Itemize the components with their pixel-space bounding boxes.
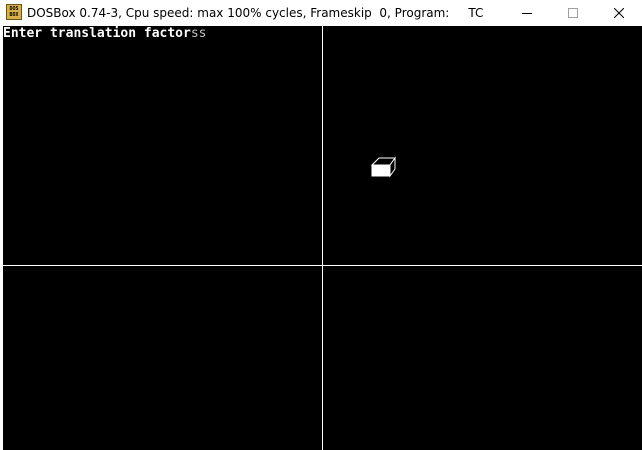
- console-prompt: Enter translation factorss: [3, 26, 207, 41]
- horizontal-axis-line: [3, 265, 642, 266]
- prompt-text: Enter translation factor: [3, 26, 191, 41]
- close-icon: [614, 8, 624, 18]
- dosbox-icon[interactable]: DOS BOX: [6, 4, 22, 20]
- dos-screen[interactable]: Enter translation factorss: [3, 26, 642, 450]
- dosbox-window: DOS BOX DOSBox 0.74-3, Cpu speed: max 10…: [0, 0, 642, 450]
- maximize-button[interactable]: [550, 0, 596, 26]
- maximize-icon: [568, 8, 578, 18]
- vertical-axis-line: [322, 26, 323, 450]
- window-title: DOSBox 0.74-3, Cpu speed: max 100% cycle…: [27, 6, 484, 20]
- minimize-button[interactable]: [504, 0, 550, 26]
- cube-shape: [370, 156, 396, 178]
- typed-input: ss: [190, 26, 207, 41]
- title-bar[interactable]: DOS BOX DOSBox 0.74-3, Cpu speed: max 10…: [0, 0, 642, 26]
- close-button[interactable]: [596, 0, 642, 26]
- minimize-icon: [522, 13, 532, 14]
